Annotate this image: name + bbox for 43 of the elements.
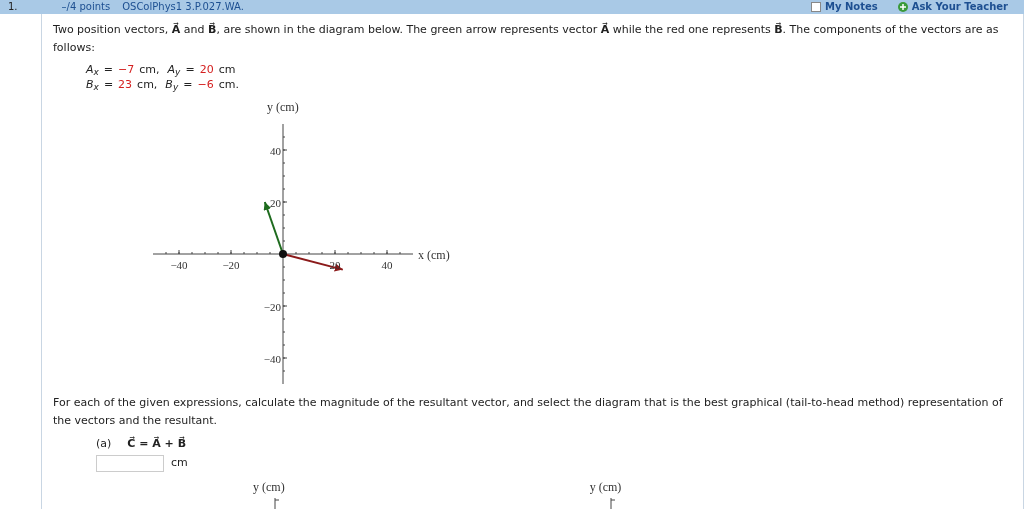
question-number: 1.: [8, 2, 18, 12]
points-label: –/4 points: [61, 2, 111, 12]
equals-sign: =: [183, 77, 193, 92]
checkbox[interactable]: [810, 2, 821, 12]
tick-label: 40: [269, 144, 281, 159]
problem-id: OSColPhys1 3.P.027.WA.: [122, 2, 244, 12]
instructions-text: For each of the given expressions, calculate the magnitude of the resultant vector, and select the diagram that is the best graphical (tail-to-head method) representation of the vectors and the resultant.: [53, 395, 1004, 429]
origin-dot: [279, 250, 287, 258]
tick-label: −20: [262, 300, 281, 315]
unit-label: cm,: [137, 77, 158, 92]
answer-field[interactable]: [96, 454, 164, 472]
tick-label: −20: [222, 258, 240, 273]
equals-sign: =: [185, 62, 195, 77]
part-label: (a): [96, 436, 112, 452]
equals-sign: =: [103, 62, 114, 77]
vector-equation: C⃗ = A⃗ + B⃗: [127, 436, 187, 452]
unit-label: cm: [218, 62, 236, 77]
unit-label: cm,: [139, 62, 160, 77]
axis-label: y (cm): [253, 478, 285, 496]
axis-label: x (cm): [418, 247, 450, 264]
tick-label: 40: [381, 258, 393, 273]
plus-icon: [897, 2, 908, 12]
problem-text: Two position vectors, A⃗ and B⃗, are shown in the diagram below. The green arrow represents vector A⃗ while the red one represents B⃗. The components of the vectors are as follows:: [53, 21, 1000, 56]
tick-label: 20: [269, 196, 281, 211]
component-value: −7: [118, 62, 135, 77]
component-value: 23: [118, 77, 133, 92]
equals-sign: =: [103, 77, 114, 92]
component-symbol: B$_{x}$: [86, 77, 99, 92]
component-value: 20: [199, 62, 214, 77]
tick-label: −40: [170, 258, 188, 273]
y-axis: [273, 497, 280, 509]
unit-label: cm: [171, 454, 188, 471]
component-symbol: A$_{y}$: [167, 62, 181, 77]
tick-label: −40: [262, 352, 281, 367]
component-value: −6: [197, 77, 214, 92]
header-link[interactable]: Ask Your Teacher: [911, 2, 1008, 12]
axis-label: y (cm): [589, 478, 622, 496]
component-symbol: A$_{x}$: [86, 62, 99, 77]
y-axis: [610, 497, 617, 509]
axis-label: y (cm): [267, 99, 299, 116]
unit-label: cm.: [218, 77, 239, 92]
component-symbol: B$_{y}$: [165, 77, 179, 92]
header-link[interactable]: My Notes: [824, 2, 878, 12]
